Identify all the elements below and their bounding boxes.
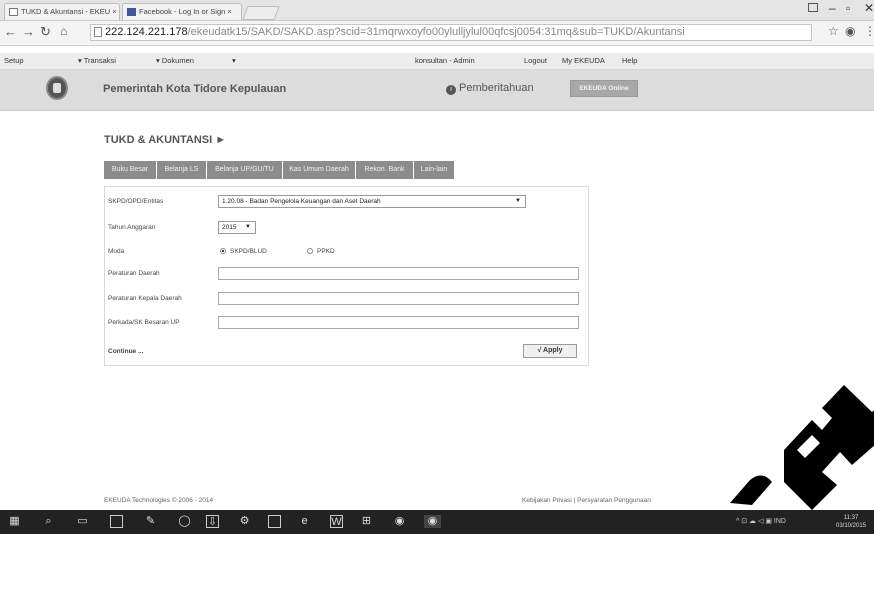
page-icon xyxy=(94,27,102,37)
clock[interactable]: 11:37 03/10/2015 xyxy=(836,514,866,530)
app-icon[interactable]: ⚙ xyxy=(238,515,251,528)
facebook-icon xyxy=(127,8,136,16)
moda-radio-skpd[interactable]: SKPD/BLUD xyxy=(220,248,267,255)
perkada-label: Peraturan Kepala Daerah xyxy=(108,295,182,302)
task-view-icon[interactable]: ▭ xyxy=(76,515,89,528)
menu-icon[interactable]: ⋮ xyxy=(864,24,874,38)
chevron-down-icon: ▼ xyxy=(515,198,521,204)
tab-belanja-ls[interactable]: Belanja LS xyxy=(157,161,207,179)
footer-copyright: EKEUDA Technologies © 2006 - 2014 xyxy=(104,497,214,504)
moda-radio-ppkd[interactable]: PPKD xyxy=(307,248,335,255)
tahun-value: 2015 xyxy=(222,224,237,231)
browser-tab-facebook[interactable]: Facebook - Log In or Sign × xyxy=(122,3,242,20)
browser-tab-title: TUKD & Akuntansi - EKEU × xyxy=(21,7,117,16)
system-tray[interactable]: ^ ⊡ ☁ ◁ ▣ IND xyxy=(736,517,786,525)
info-icon: i xyxy=(446,85,456,95)
home-icon[interactable]: ⌂ xyxy=(60,24,67,38)
perda-label: Peraturan Daerah xyxy=(108,270,160,277)
tab-lain-lain[interactable]: Lain-lain xyxy=(414,161,455,179)
url-input[interactable]: 222.124.221.178/ekeudatk15/SAKD/SAKD.asp… xyxy=(90,24,812,41)
chrome-icon[interactable]: ◉ xyxy=(393,515,406,528)
browser-tab-tukd[interactable]: TUKD & Akuntansi - EKEU × xyxy=(4,3,120,20)
skpd-select[interactable]: 1.20.08 - Badan Pengelola Keuangan dan A… xyxy=(218,195,526,208)
logout-link[interactable]: Logout xyxy=(524,53,547,69)
browser-tab-bar: TUKD & Akuntansi - EKEU × Facebook - Log… xyxy=(0,0,874,21)
tab-kas-umum-daerah[interactable]: Kas Umum Daerah xyxy=(283,161,356,179)
apply-button[interactable]: √ Apply xyxy=(523,344,577,358)
taskbar: ▦ ⌕ ▭ ✎ ◯ ⇩ ⚙ e W ⊞ ◉ ◉ ^ ⊡ ☁ ◁ ▣ IND 11… xyxy=(0,510,874,534)
app-header: Pemerintah Kota Tidore Kepulauan i Pember… xyxy=(0,70,874,111)
minimize-icon[interactable]: – xyxy=(829,1,836,15)
tab-rekon-bank[interactable]: Rekon. Bank xyxy=(356,161,414,179)
continue-label: Continue ... xyxy=(108,348,144,355)
watermark-shape xyxy=(730,385,874,510)
page-title: TUKD & AKUNTANSI ► xyxy=(104,134,227,146)
perkada-input[interactable] xyxy=(218,292,579,305)
moda-opt1-label: SKPD/BLUD xyxy=(230,248,267,255)
user-icon[interactable] xyxy=(808,3,818,12)
chevron-down-icon[interactable]: ▾ xyxy=(232,53,236,69)
app-menu-bar: Setup ▾ Transaksi ▾ Dokumen ▾ konsultan … xyxy=(0,53,874,70)
close-icon[interactable]: ✕ xyxy=(864,1,874,15)
url-host: 222.124.221.178 xyxy=(105,26,188,38)
help-link[interactable]: Help xyxy=(622,53,637,69)
clock-date: 03/10/2015 xyxy=(836,523,867,529)
menu-dokumen[interactable]: ▾ Dokumen xyxy=(156,53,194,69)
filter-form: SKPD/OPD/Entitas 1.20.08 - Badan Pengelo… xyxy=(104,186,589,366)
new-tab-button[interactable] xyxy=(242,6,280,20)
star-icon[interactable]: ☆ xyxy=(828,24,839,38)
clock-time: 11:37 xyxy=(843,515,859,521)
edge-icon[interactable]: e xyxy=(298,515,311,528)
footer-links[interactable]: Kebijakan Privasi | Persyaratan Pengguna… xyxy=(522,497,651,504)
media-icon[interactable]: ◯ xyxy=(178,515,191,528)
moda-label: Moda xyxy=(108,248,125,255)
tab-belanja-up[interactable]: Belanja UP/GU/TU xyxy=(207,161,283,179)
url-path: /ekeudatk15/SAKD/SAKD.asp?scid=31mqrwxoy… xyxy=(187,26,685,38)
tab-buku-besar[interactable]: Buku Besar xyxy=(104,161,157,179)
chevron-down-icon: ▼ xyxy=(245,224,251,230)
sk-input[interactable] xyxy=(218,316,579,329)
radio-unchecked-icon xyxy=(307,248,313,254)
chrome-active-icon[interactable]: ◉ xyxy=(424,515,441,528)
org-name: Pemerintah Kota Tidore Kepulauan xyxy=(103,83,287,95)
tahun-select[interactable]: 2015 ▼ xyxy=(218,221,256,234)
paint-icon[interactable]: ✎ xyxy=(144,515,157,528)
word-icon[interactable]: W xyxy=(330,515,343,528)
ekeuda-online-button[interactable]: EKEUDA Online xyxy=(570,80,638,97)
user-label: konsultan - Admin xyxy=(415,56,475,65)
maximize-icon[interactable]: ▫ xyxy=(846,1,850,15)
my-ekeuda-link[interactable]: My EKEUDA xyxy=(562,53,605,69)
windows-start-icon[interactable]: ▦ xyxy=(8,515,21,528)
menu-transaksi[interactable]: ▾ Transaksi xyxy=(78,53,116,69)
reload-icon[interactable]: ↻ xyxy=(40,24,51,40)
address-bar: ← → ↻ ⌂ 222.124.221.178/ekeudatk15/SAKD/… xyxy=(0,21,874,46)
menu-setup[interactable]: Setup xyxy=(4,53,24,69)
notification-link[interactable]: i Pemberitahuan xyxy=(446,82,534,95)
file-explorer-icon[interactable] xyxy=(110,515,123,528)
page-icon xyxy=(9,8,18,16)
moda-opt2-label: PPKD xyxy=(317,248,335,255)
forward-icon[interactable]: → xyxy=(22,24,35,39)
image-icon[interactable] xyxy=(268,515,281,528)
store-icon[interactable]: ⊞ xyxy=(360,515,373,528)
back-icon[interactable]: ← xyxy=(4,24,17,39)
radio-checked-icon xyxy=(220,248,226,254)
notification-label: Pemberitahuan xyxy=(459,82,534,94)
logo xyxy=(46,76,68,100)
skpd-label: SKPD/OPD/Entitas xyxy=(108,198,164,205)
perda-input[interactable] xyxy=(218,267,579,280)
download-icon[interactable]: ⇩ xyxy=(206,515,219,528)
tahun-label: Tahun Anggaran xyxy=(108,224,156,231)
search-icon[interactable]: ⌕ xyxy=(42,515,55,528)
extension-icon[interactable]: ◉ xyxy=(845,24,855,38)
sk-label: Perkada/SK Besaran UP xyxy=(108,319,180,326)
skpd-value: 1.20.08 - Badan Pengelola Keuangan dan A… xyxy=(222,198,381,205)
browser-tab-title: Facebook - Log In or Sign × xyxy=(139,7,232,16)
